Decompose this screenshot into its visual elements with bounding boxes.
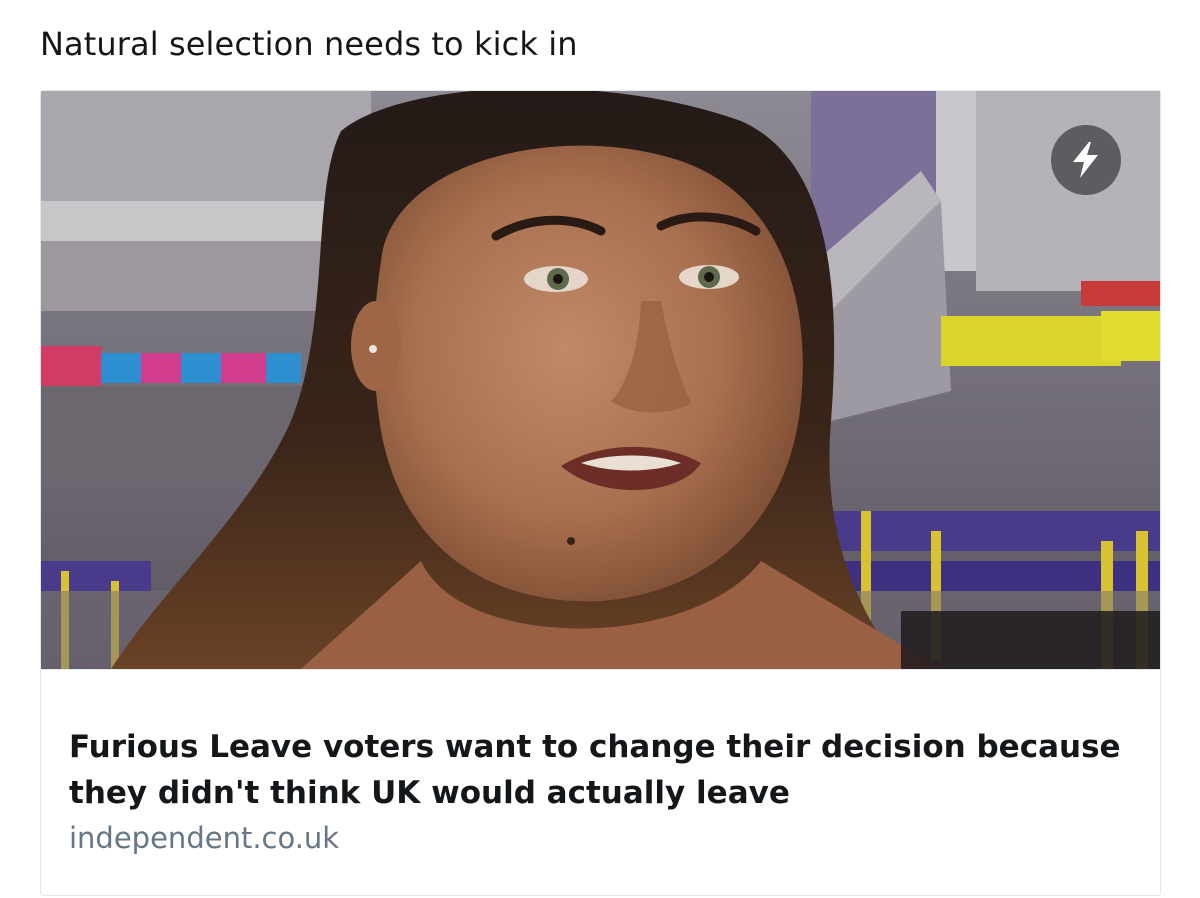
link-preview-card[interactable]: Furious Leave voters want to change thei… bbox=[40, 90, 1161, 896]
card-domain: independent.co.uk bbox=[69, 821, 340, 855]
card-details[interactable]: Furious Leave voters want to change thei… bbox=[41, 669, 1160, 895]
tweet-text: Natural selection needs to kick in bbox=[40, 25, 578, 63]
card-title[interactable]: Furious Leave voters want to change thei… bbox=[69, 724, 1129, 816]
airport-interview-photo bbox=[41, 91, 1160, 669]
lightning-bolt-icon bbox=[1051, 125, 1121, 195]
tweet: Natural selection needs to kick in Furio… bbox=[0, 0, 1200, 898]
card-image[interactable] bbox=[41, 91, 1160, 669]
